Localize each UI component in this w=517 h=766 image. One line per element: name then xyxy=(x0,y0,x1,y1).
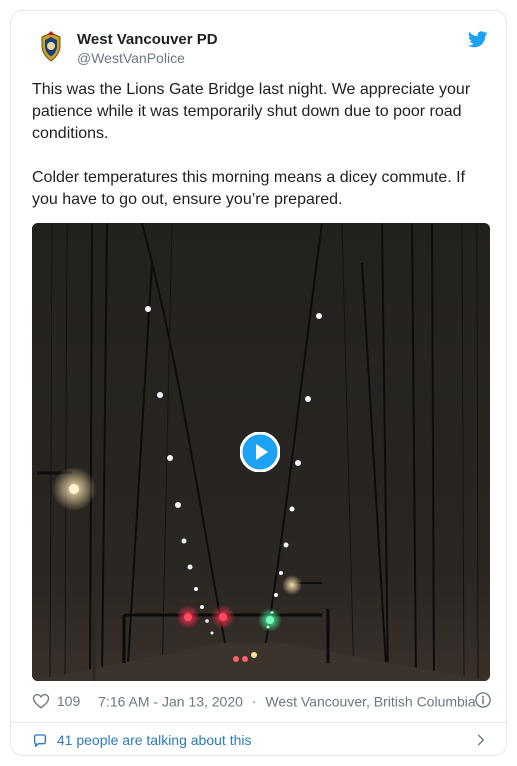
like-count[interactable]: 109 xyxy=(57,693,80,709)
tweet-paragraph: This was the Lions Gate Bridge last nigh… xyxy=(32,81,471,142)
tweet-paragraph: Colder temperatures this morning means a… xyxy=(32,169,466,208)
conversation-label[interactable]: 41 people are talking about this xyxy=(57,732,252,748)
play-icon xyxy=(240,432,280,472)
tweet-card: West Vancouver PD @WestVanPolice This wa… xyxy=(10,10,507,756)
speech-bubble-icon xyxy=(34,734,46,748)
info-icon[interactable] xyxy=(474,691,492,709)
chevron-right-icon[interactable] xyxy=(474,733,488,747)
play-button[interactable] xyxy=(240,432,280,472)
video-thumbnail[interactable] xyxy=(32,223,490,681)
divider xyxy=(11,722,506,723)
tweet-text: This was the Lions Gate Bridge last nigh… xyxy=(32,79,492,211)
author-handle[interactable]: @WestVanPolice xyxy=(77,49,218,67)
heart-icon[interactable] xyxy=(32,692,50,710)
author-names: West Vancouver PD @WestVanPolice xyxy=(77,30,218,67)
police-badge-icon xyxy=(33,29,69,65)
avatar[interactable] xyxy=(33,29,69,65)
tweet-location[interactable]: West Vancouver, British Columbia xyxy=(265,693,475,709)
tweet-meta: 109 7:16 AM - Jan 13, 2020 · West Vancou… xyxy=(32,689,492,711)
author-display-name[interactable]: West Vancouver PD xyxy=(77,30,218,49)
meta-separator: · xyxy=(251,693,257,710)
tweet-timestamp[interactable]: 7:16 AM - Jan 13, 2020 xyxy=(98,693,243,709)
conversation-link[interactable]: 41 people are talking about this xyxy=(32,729,488,751)
twitter-bird-icon[interactable] xyxy=(468,31,488,48)
tweet-header: West Vancouver PD @WestVanPolice xyxy=(33,29,488,69)
